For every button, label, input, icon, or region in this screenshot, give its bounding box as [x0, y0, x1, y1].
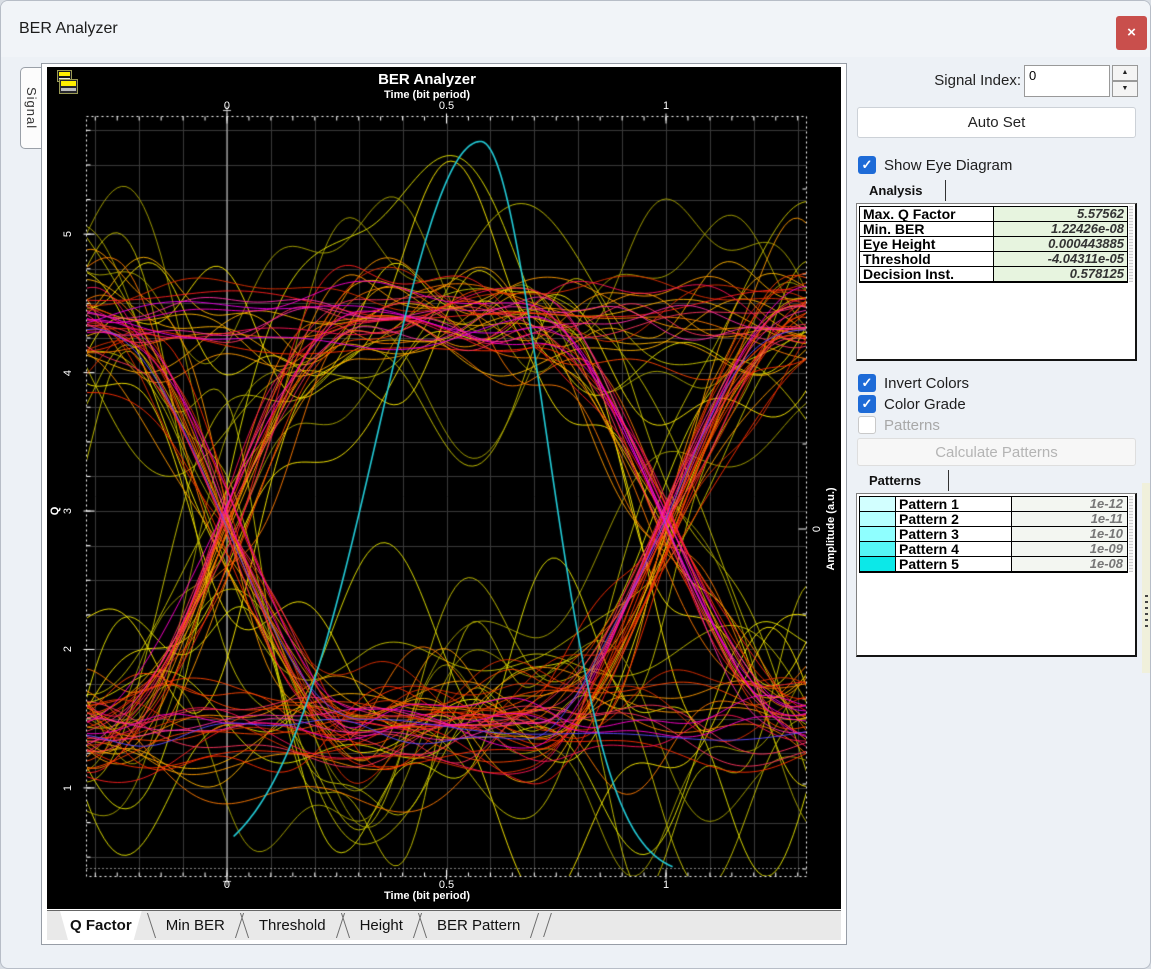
pattern-color-swatch [860, 527, 896, 541]
table-row: Pattern 2 1e-11 [860, 512, 1127, 527]
table-row: Pattern 3 1e-10 [860, 527, 1127, 542]
tab-ber-pattern[interactable]: BER Pattern [420, 911, 537, 940]
table-row: Max. Q Factor 5.57562 [860, 207, 1127, 222]
chart-top-axis-label: Time (bit period) [384, 89, 470, 101]
invert-colors-checkbox[interactable]: ✓ [858, 374, 876, 392]
signal-side-tab-label: Signal [24, 86, 39, 130]
invert-colors-label: Invert Colors [884, 375, 970, 392]
tab-threshold[interactable]: Threshold [242, 911, 343, 940]
resize-grip-dots [1145, 595, 1148, 627]
table-row: Eye Height 0.000443885 [860, 237, 1127, 252]
patterns-table: Pattern 1 1e-12 Pattern 2 1e-11 Pattern … [859, 496, 1128, 573]
color-grade-checkbox[interactable]: ✓ [858, 395, 876, 413]
pattern-color-swatch [860, 557, 896, 571]
calculate-patterns-button: Calculate Patterns [857, 438, 1136, 466]
auto-set-button[interactable]: Auto Set [857, 107, 1136, 138]
pattern-color-swatch [860, 542, 896, 556]
patterns-checkbox [858, 416, 876, 434]
analysis-results-box: Max. Q Factor 5.57562 Min. BER 1.22426e-… [856, 203, 1137, 361]
table-row: Pattern 1 1e-12 [860, 497, 1127, 512]
tab-min-ber[interactable]: Min BER [149, 911, 242, 940]
table-scroll-strip [1129, 206, 1133, 282]
table-row: Pattern 4 1e-09 [860, 542, 1127, 557]
show-eye-diagram-label: Show Eye Diagram [884, 157, 1013, 174]
tab-row-end-slash [543, 913, 553, 937]
patterns-checkbox-label: Patterns [884, 417, 940, 434]
patterns-results-box: Pattern 1 1e-12 Pattern 2 1e-11 Pattern … [856, 493, 1137, 657]
window-edge-tint [1142, 483, 1150, 673]
spinner-up-button[interactable]: ▲ [1112, 65, 1138, 81]
tab-height[interactable]: Height [343, 911, 420, 940]
spinner-down-button[interactable]: ▼ [1112, 81, 1138, 97]
chart-title: BER Analyzer [378, 71, 476, 88]
eye-diagram-area: BER Analyzer Time (bit period) 0 0.5 1 0 0.… [47, 67, 841, 909]
analysis-table: Max. Q Factor 5.57562 Min. BER 1.22426e-… [859, 206, 1128, 283]
signal-side-tab[interactable]: Signal [20, 67, 42, 149]
x-tick-label: 1 [662, 100, 670, 112]
y-tick-label: 2 [62, 646, 74, 653]
tab-q-factor[interactable]: Q Factor [53, 911, 149, 940]
table-row: Min. BER 1.22426e-08 [860, 222, 1127, 237]
x-tick-label: 0.5 [438, 100, 455, 112]
table-row: Pattern 5 1e-08 [860, 557, 1127, 572]
patterns-tab-divider [948, 470, 949, 491]
table-scroll-strip [1129, 496, 1133, 572]
eye-diagram-canvas [47, 67, 841, 909]
ber-analyzer-window: BER Analyzer × Signal BER Analyzer Time … [0, 0, 1151, 969]
y-tick-label: 4 [62, 369, 74, 376]
close-button[interactable]: × [1116, 16, 1147, 50]
title-bar [1, 1, 1150, 57]
result-tabs: Q Factor Min BER Threshold Height BER Pa… [47, 910, 841, 940]
chart-panel: BER Analyzer Time (bit period) 0 0.5 1 0 0.… [41, 63, 847, 945]
analysis-group-tab: Analysis [869, 183, 923, 198]
patterns-group-tab: Patterns [869, 473, 922, 488]
x-axis-label: Time (bit period) [384, 890, 470, 902]
y-axis-label-q: Q [49, 506, 61, 516]
y-axis-label-amplitude: Amplitude (a.u.) [825, 487, 837, 571]
signal-index-spinner: ▲ ▼ [1112, 65, 1138, 97]
signal-index-input[interactable] [1024, 65, 1110, 97]
analysis-tab-divider [945, 180, 946, 201]
amplitude-tick-label: 0 [811, 525, 823, 533]
x-tick-label: 0 [223, 100, 231, 112]
table-row: Threshold -4.04311e-05 [860, 252, 1127, 267]
signal-index-label: Signal Index: [934, 72, 1021, 89]
y-tick-label: 5 [62, 231, 74, 238]
y-tick-label: 3 [62, 507, 74, 515]
pattern-color-swatch [860, 497, 896, 511]
color-grade-label: Color Grade [884, 396, 966, 413]
y-tick-label: 1 [62, 784, 74, 791]
pattern-color-swatch [860, 512, 896, 526]
window-title: BER Analyzer [19, 20, 118, 37]
table-row: Decision Inst. 0.578125 [860, 267, 1127, 282]
show-eye-diagram-checkbox[interactable]: ✓ [858, 156, 876, 174]
